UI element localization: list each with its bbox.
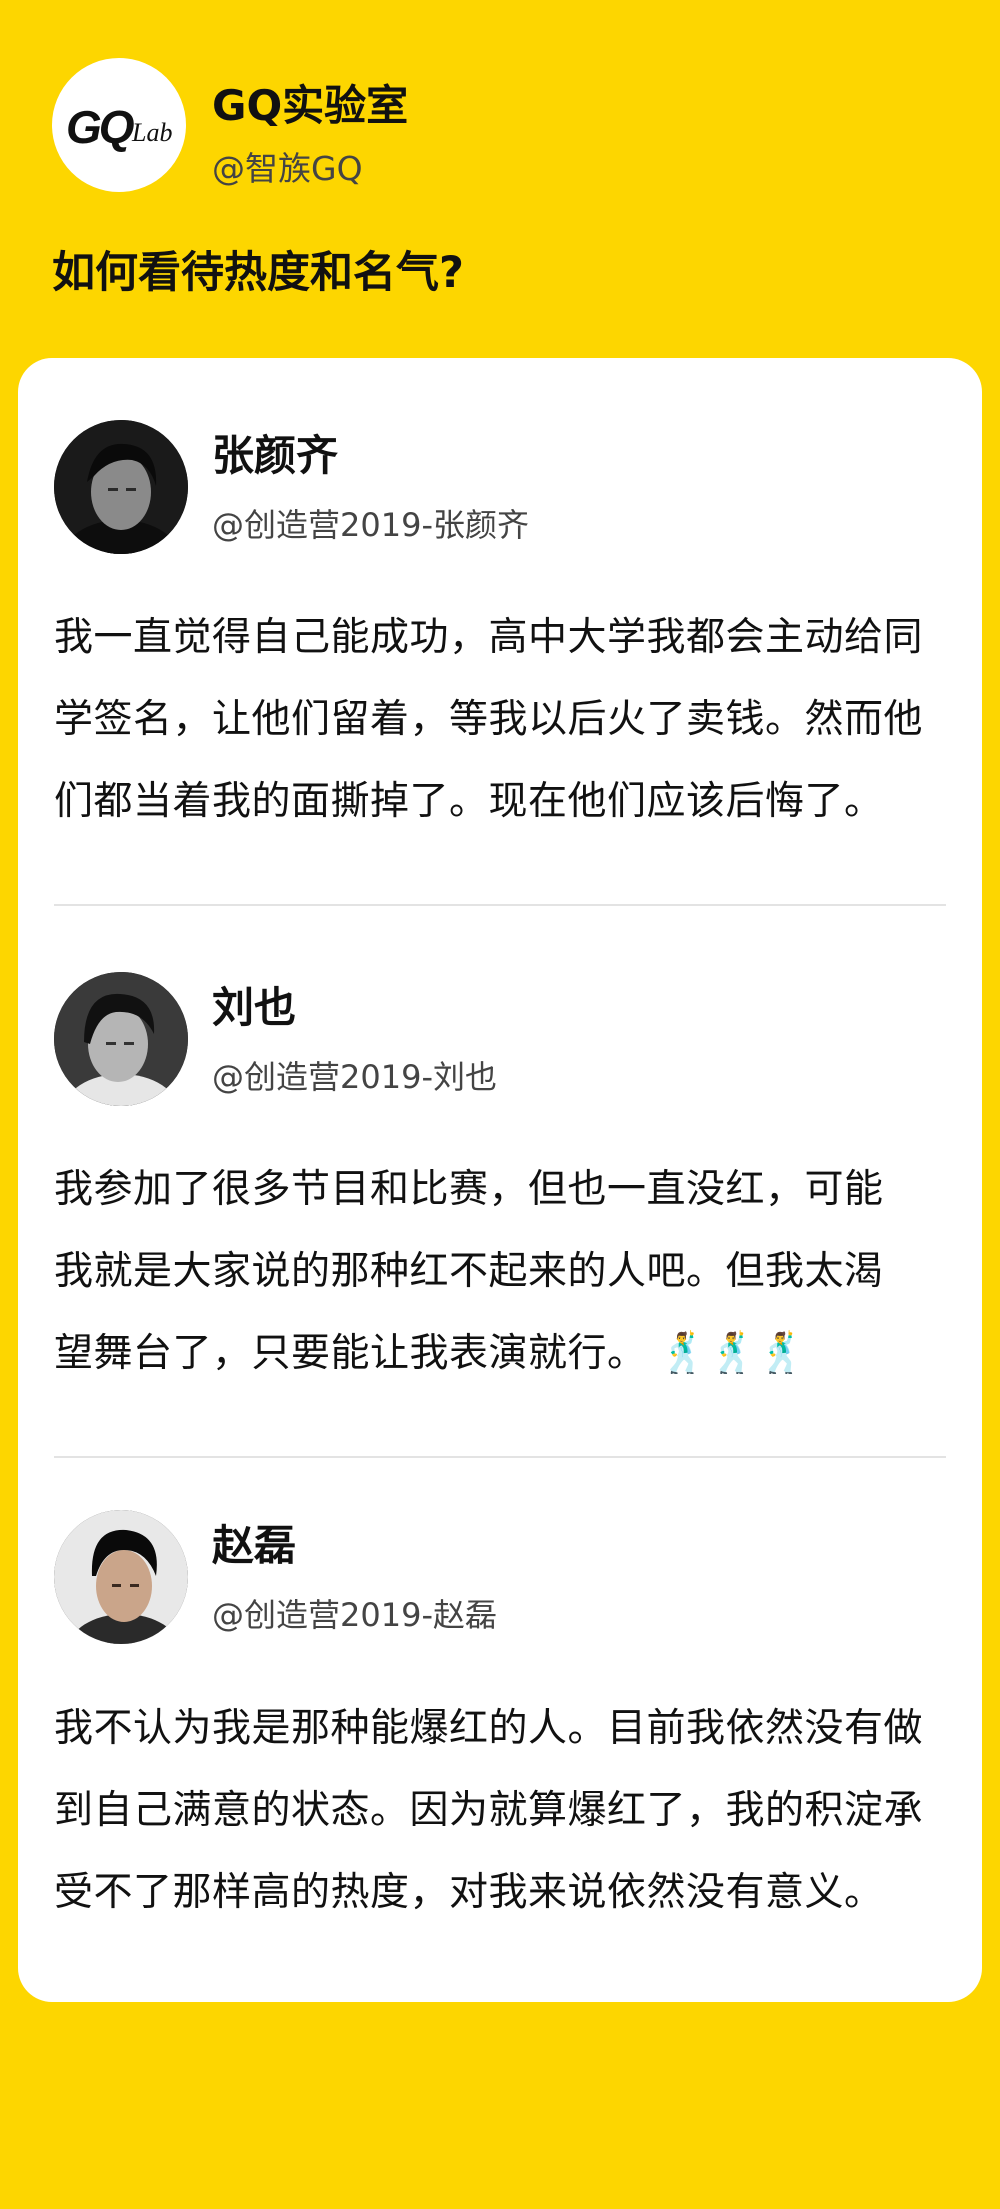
post-text: 我不认为我是那种能爆红的人。目前我依然没有做 到自己满意的状态。因为就算爆红了，… — [54, 1688, 954, 1934]
quote-card: 张颜齐 @创造营2019-张颜齐 我一直觉得自己能成功，高中大学我都会主动给同 … — [18, 358, 982, 2002]
brand-name[interactable]: GQ实验室 — [212, 72, 408, 133]
portrait-photo-icon — [54, 420, 188, 554]
post-text-line: 学签名，让他们留着，等我以后火了卖钱。然而他 — [54, 697, 924, 742]
post-text: 我参加了很多节目和比赛，但也一直没红，可能 我就是大家说的那种红不起来的人吧。但… — [54, 1149, 954, 1395]
post-text-line: 我不认为我是那种能爆红的人。目前我依然没有做 — [54, 1706, 924, 1751]
logo-gq-text: GQ — [66, 101, 135, 153]
brand-handle[interactable]: @智族GQ — [212, 142, 363, 190]
portrait-photo-icon — [54, 972, 188, 1106]
post-text-line: 受不了那样高的热度，对我来说依然没有意义。 — [54, 1870, 884, 1915]
author-handle[interactable]: @创造营2019-张颜齐 — [212, 500, 529, 546]
logo-lab-text: Lab — [132, 118, 173, 147]
post-text-line: 望舞台了，只要能让我表演就行。 🕺🕺🕺 — [54, 1313, 954, 1395]
author-handle[interactable]: @创造营2019-刘也 — [212, 1052, 497, 1098]
post-text-segment: 望舞台了，只要能让我表演就行。 — [54, 1331, 647, 1376]
header: GQ Lab GQ实验室 @智族GQ 如何看待热度和名气? — [0, 0, 1000, 358]
author-handle[interactable]: @创造营2019-赵磊 — [212, 1590, 497, 1636]
gq-lab-logo[interactable]: GQ Lab — [52, 58, 186, 192]
dancing-emoji-icon: 🕺🕺🕺 — [659, 1331, 807, 1376]
post-text: 我一直觉得自己能成功，高中大学我都会主动给同 学签名，让他们留着，等我以后火了卖… — [54, 597, 954, 843]
post-text-line: 我一直觉得自己能成功，高中大学我都会主动给同 — [54, 615, 924, 660]
post-text-line: 我就是大家说的那种红不起来的人吧。但我太渴 — [54, 1249, 884, 1294]
question-title: 如何看待热度和名气? — [52, 248, 464, 298]
divider — [54, 904, 946, 906]
author-name[interactable]: 刘也 — [212, 974, 296, 1035]
post-text-line: 我参加了很多节目和比赛，但也一直没红，可能 — [54, 1167, 884, 1212]
avatar[interactable] — [54, 972, 188, 1106]
avatar[interactable] — [54, 420, 188, 554]
author-name[interactable]: 张颜齐 — [212, 422, 338, 483]
post-text-line: 们都当着我的面撕掉了。现在他们应该后悔了。 — [54, 779, 884, 824]
portrait-photo-icon — [54, 1510, 188, 1644]
divider — [54, 1456, 946, 1458]
avatar[interactable] — [54, 1510, 188, 1644]
post-text-line: 到自己满意的状态。因为就算爆红了，我的积淀承 — [54, 1788, 924, 1833]
author-name[interactable]: 赵磊 — [212, 1512, 296, 1573]
